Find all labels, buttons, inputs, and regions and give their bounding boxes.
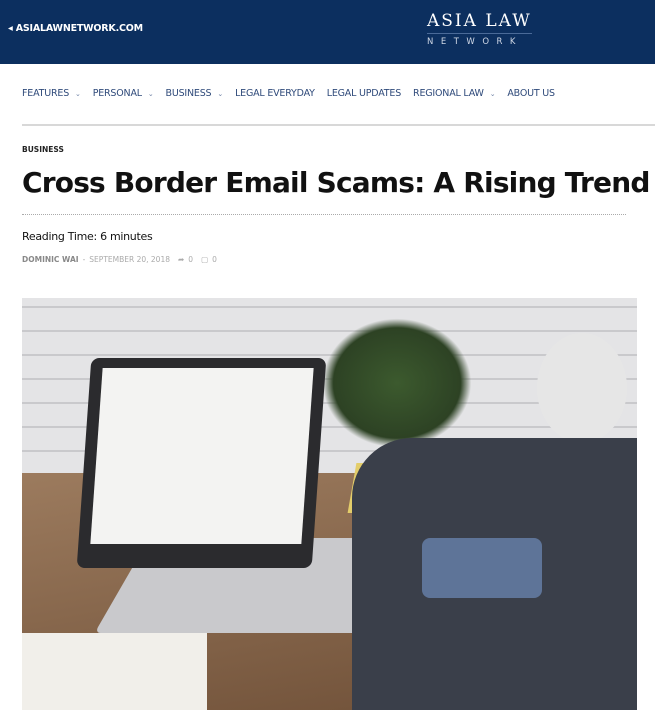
nav-label: ABOUT US: [507, 88, 555, 99]
nav-legal-everyday[interactable]: LEGAL EVERYDAY: [235, 88, 315, 99]
chevron-down-icon: ⌄: [489, 89, 496, 98]
featured-image: [22, 298, 637, 710]
image-screen: [90, 368, 314, 544]
nav-label: PERSONAL: [92, 88, 142, 99]
share-count: 0: [188, 255, 194, 264]
chevron-down-icon: ⌄: [147, 89, 154, 98]
chevron-down-icon: ⌄: [217, 89, 224, 98]
main-nav: FEATURES ⌄ PERSONAL ⌄ BUSINESS ⌄ LEGAL EVER…: [22, 88, 567, 99]
category-link[interactable]: BUSINESS: [22, 145, 64, 154]
nav-regional-law[interactable]: REGIONAL LAW ⌄: [413, 88, 496, 99]
nav-business[interactable]: BUSINESS ⌄: [166, 88, 224, 99]
logo-line2: NETWORK: [427, 37, 523, 47]
nav-about-us[interactable]: ABOUT US: [507, 88, 555, 99]
back-link[interactable]: ◂ ASIALAWNETWORK.COM: [8, 23, 143, 34]
image-globe: [537, 333, 627, 443]
nav-label: LEGAL UPDATES: [326, 88, 402, 99]
article-meta: DOMINIC WAI - SEPTEMBER 20, 2018 ➦ 0 ▢ 0: [22, 255, 217, 264]
nav-label: FEATURES: [22, 88, 70, 99]
nav-features[interactable]: FEATURES ⌄: [22, 88, 81, 99]
image-notebook: [22, 633, 207, 710]
logo-line1: ASIA LAW: [427, 11, 532, 34]
site-logo[interactable]: ASIA LAW NETWORK: [427, 11, 532, 47]
image-laptop: [76, 358, 327, 568]
title-divider: [22, 214, 626, 215]
share-icon[interactable]: ➦: [178, 255, 184, 264]
nav-label: LEGAL EVERYDAY: [235, 88, 315, 99]
nav-label: REGIONAL LAW: [413, 88, 484, 99]
comment-icon[interactable]: ▢: [201, 255, 208, 264]
author-link[interactable]: DOMINIC WAI: [22, 255, 79, 264]
top-bar: ◂ ASIALAWNETWORK.COM ASIA LAW NETWORK: [0, 0, 655, 64]
caret-left-icon: ◂: [8, 23, 16, 34]
nav-legal-updates[interactable]: LEGAL UPDATES: [327, 88, 401, 99]
publish-date: SEPTEMBER 20, 2018: [89, 255, 170, 264]
nav-label: BUSINESS: [165, 88, 212, 99]
image-sleeve: [422, 538, 542, 598]
image-plant: [322, 318, 472, 448]
page-title: Cross Border Email Scams: A Rising Trend: [22, 166, 650, 199]
reading-time: Reading Time: 6 minutes: [22, 230, 153, 243]
back-link-label: ASIALAWNETWORK.COM: [15, 23, 143, 34]
nav-divider: [22, 124, 655, 126]
chevron-down-icon: ⌄: [75, 89, 81, 98]
meta-separator: -: [82, 255, 86, 264]
nav-personal[interactable]: PERSONAL ⌄: [93, 88, 154, 99]
comment-count: 0: [212, 255, 217, 264]
